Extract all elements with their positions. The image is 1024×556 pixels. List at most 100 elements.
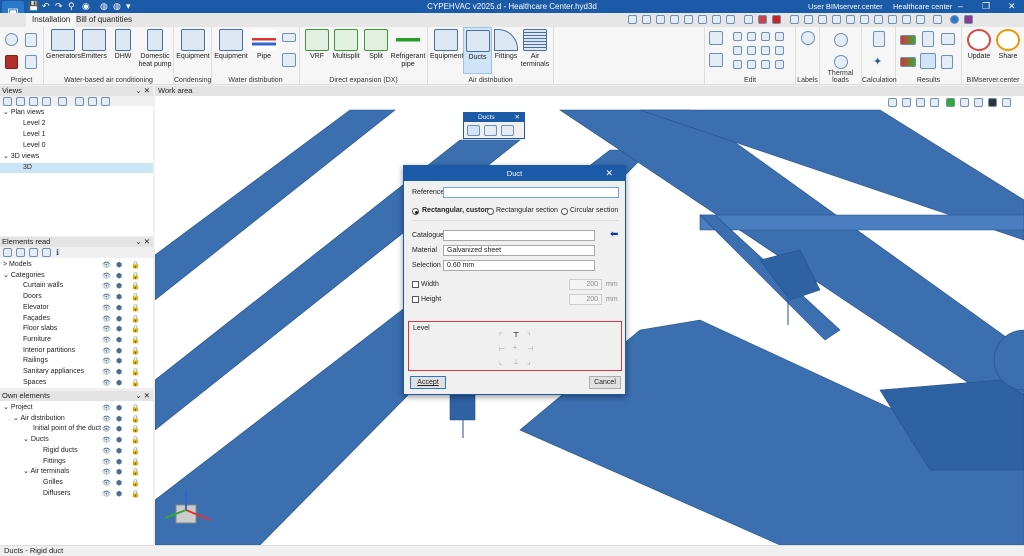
visibility-icon[interactable]: 👁 — [102, 415, 111, 423]
close-button[interactable]: ✕ — [1008, 1, 1016, 12]
close-panel-icon[interactable]: ⌄ ✕ — [135, 391, 150, 401]
filter-icon[interactable] — [42, 248, 51, 257]
join-icon[interactable] — [761, 60, 770, 69]
lock-icon[interactable]: 🔒 — [131, 468, 140, 476]
circular-duct-icon[interactable] — [484, 125, 497, 136]
grid-select-icon[interactable] — [29, 248, 38, 257]
air-terminals-button[interactable]: Air terminals — [520, 29, 550, 69]
report-icon[interactable] — [922, 31, 934, 47]
save-icon[interactable]: 💾 — [28, 1, 39, 12]
tree-item[interactable]: Sanitary appliances — [23, 367, 84, 377]
object-snap-icon[interactable] — [818, 15, 827, 24]
monitor-icon[interactable] — [846, 15, 855, 24]
visibility-icon[interactable]: 👁 — [102, 315, 111, 323]
fittings-button[interactable]: Fittings — [493, 29, 519, 61]
tree-item[interactable]: Interior partitions — [23, 346, 75, 356]
thermal-calc-icon[interactable] — [834, 55, 848, 69]
anchor-top-left[interactable]: ⌜ — [499, 332, 502, 340]
copy-view-icon[interactable] — [29, 97, 38, 106]
lock-icon[interactable]: 🔒 — [131, 336, 140, 344]
box-icon[interactable] — [916, 98, 925, 107]
tree-item[interactable]: ⌄ Air distribution — [13, 414, 65, 424]
appearance-icon[interactable]: ⬢ — [116, 304, 122, 312]
radio-circular-section[interactable] — [561, 208, 568, 215]
mirror-icon[interactable] — [747, 46, 756, 55]
ducts-button[interactable]: Ducts — [463, 27, 492, 74]
heat-pump-button[interactable]: Domestic heat pump — [137, 29, 173, 69]
tools-icon[interactable] — [916, 15, 925, 24]
copy-icon[interactable] — [747, 32, 756, 41]
tree-item-3d[interactable]: 3D — [0, 163, 153, 173]
pipe-button[interactable]: Pipe — [250, 29, 278, 61]
anchor-middle-right[interactable]: ⊣ — [527, 345, 533, 353]
appearance-icon[interactable]: ⬢ — [116, 436, 122, 444]
pan-icon[interactable] — [698, 15, 707, 24]
anchor-bottom-left[interactable]: ⌞ — [499, 358, 502, 366]
radio-rectangular-custom[interactable] — [412, 208, 419, 215]
lock-icon[interactable]: 🔒 — [131, 282, 140, 290]
chevron-down-icon[interactable]: ⌄ — [23, 436, 31, 443]
thermal-gear-icon[interactable] — [834, 33, 848, 47]
appearance-icon[interactable]: ⬢ — [116, 325, 122, 333]
visibility-icon[interactable]: 👁 — [102, 304, 111, 312]
visibility-icon[interactable]: 👁 — [102, 404, 111, 412]
tree-item[interactable]: Furniture — [23, 335, 51, 345]
color-mode-icon[interactable] — [946, 98, 955, 107]
tree-item-level-0[interactable]: Level 0 — [23, 141, 46, 151]
tree-item[interactable]: ⌄ Project — [3, 403, 33, 413]
view-plan-icon[interactable] — [75, 97, 84, 106]
eraser-icon[interactable] — [709, 53, 723, 67]
close-icon[interactable]: ✕ — [515, 113, 520, 122]
tree-item[interactable]: Elevator — [23, 303, 49, 313]
angle-icon[interactable] — [874, 15, 883, 24]
visibility-icon[interactable]: 👁 — [102, 272, 111, 280]
collapse-icon[interactable] — [16, 248, 25, 257]
lock-icon[interactable]: 🔒 — [131, 458, 140, 466]
tree-item[interactable]: ⌄ Categories — [3, 271, 45, 281]
lock-icon[interactable]: 🔒 — [131, 379, 140, 387]
visibility-icon[interactable]: 👁 — [102, 347, 111, 355]
beam-icon[interactable] — [282, 53, 296, 67]
anchor-bottom-center[interactable]: ⊥ — [513, 358, 519, 366]
lock-icon[interactable]: 🔒 — [131, 304, 140, 312]
appearance-icon[interactable]: ⬢ — [116, 261, 122, 269]
display-icon[interactable] — [744, 15, 753, 24]
drag-icon[interactable] — [761, 32, 770, 41]
pencil-icon[interactable] — [709, 31, 723, 45]
lock-icon[interactable]: 🔒 — [131, 404, 140, 412]
flexible-duct-icon[interactable] — [501, 125, 514, 136]
undo-icon[interactable]: ↶ — [42, 1, 50, 12]
lock-icon[interactable]: 🔒 — [131, 272, 140, 280]
close-dialog-button[interactable]: ✕ — [605, 166, 613, 181]
snap-icon[interactable] — [772, 15, 781, 24]
fit-icon[interactable] — [726, 15, 735, 24]
tree-item[interactable]: Rigid ducts — [43, 446, 78, 456]
multisplit-button[interactable]: Multisplit — [331, 29, 361, 61]
appearance-icon[interactable]: ⬢ — [116, 272, 122, 280]
tree-item[interactable]: > Models — [3, 260, 32, 270]
visibility-icon[interactable]: 👁 — [102, 490, 111, 498]
appearance-icon[interactable]: ⬢ — [116, 336, 122, 344]
visibility-icon[interactable]: 👁 — [102, 282, 111, 290]
dhw-button[interactable]: DHW — [110, 29, 136, 61]
accept-button[interactable]: Accept — [410, 376, 446, 389]
appearance-icon[interactable]: ⬢ — [116, 404, 122, 412]
pin-icon[interactable] — [733, 60, 742, 69]
close-panel-icon[interactable]: ⌄ ✕ — [135, 237, 150, 247]
camera-icon[interactable]: ◉ — [82, 1, 90, 12]
globe-icon[interactable] — [950, 15, 959, 24]
lock-icon[interactable]: 🔒 — [131, 447, 140, 455]
stretch-icon[interactable] — [775, 32, 784, 41]
visibility-icon[interactable]: 👁 — [102, 479, 111, 487]
appearance-icon[interactable]: ⬢ — [116, 293, 122, 301]
minimize-button[interactable]: – — [958, 1, 963, 11]
settings-icon[interactable] — [5, 33, 18, 46]
move-icon[interactable] — [733, 32, 742, 41]
appearance-icon[interactable]: ⬢ — [116, 468, 122, 476]
tree-item[interactable]: Grilles — [43, 478, 63, 488]
layout-icon[interactable] — [933, 15, 942, 24]
references-icon[interactable] — [758, 15, 767, 24]
split-element-icon[interactable] — [747, 60, 756, 69]
appearance-icon[interactable]: ⬢ — [116, 447, 122, 455]
visibility-icon[interactable]: 👁 — [102, 458, 111, 466]
